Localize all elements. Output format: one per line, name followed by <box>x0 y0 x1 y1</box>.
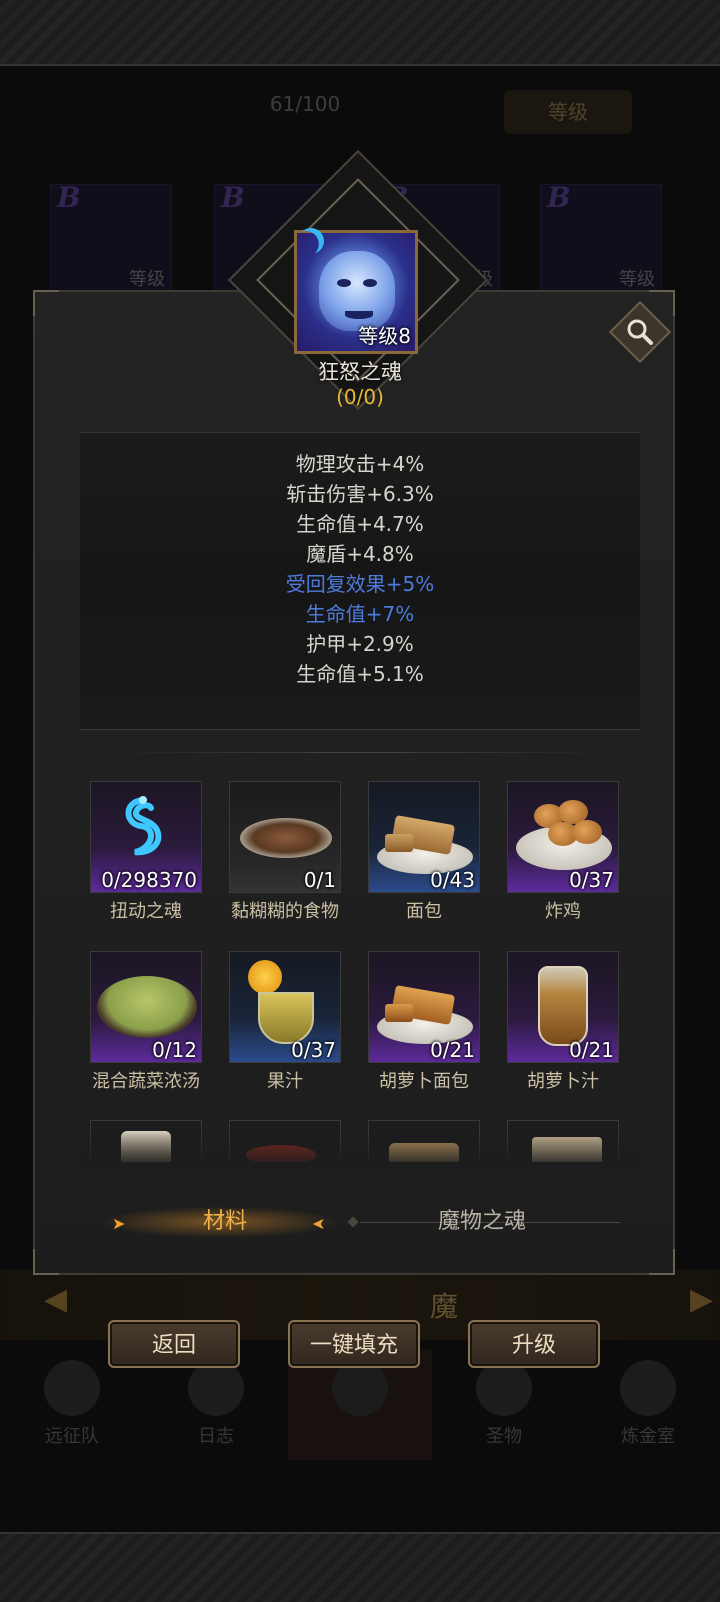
material-item[interactable]: 0/43 面包 <box>368 781 480 923</box>
material-name: 混合蔬菜浓汤 <box>92 1071 200 1092</box>
bg-soul-card: B等级 <box>50 181 172 296</box>
stat-line: 物理攻击+4% <box>295 452 425 476</box>
stat-line: 受回复效果+5% <box>285 572 435 596</box>
material-name: 胡萝卜汁 <box>527 1071 599 1092</box>
material-name: 黏糊糊的食物 <box>231 901 339 922</box>
material-item[interactable]: 0/21 胡萝卜面包 <box>368 951 480 1093</box>
stat-line: 生命值+7% <box>305 602 415 626</box>
stat-line: 生命值+5.1% <box>296 662 424 686</box>
material-item[interactable]: 0/37 果汁 <box>229 951 341 1093</box>
tab-ornament-right-icon: ➤ <box>312 1214 326 1233</box>
material-item[interactable]: 0/12 混合蔬菜浓汤 <box>90 951 202 1093</box>
material-name: 扭动之魂 <box>110 901 182 922</box>
material-tile[interactable]: 0/37 <box>229 951 341 1063</box>
tab-monster-souls[interactable]: 魔物之魂 <box>412 1206 552 1238</box>
material-name: 面包 <box>406 901 442 922</box>
soul-count: (0/0) <box>336 385 384 409</box>
soul-level-badge: 等级8 <box>358 324 411 348</box>
stat-line: 斩击伤害+6.3% <box>286 482 434 506</box>
auto-fill-button[interactable]: 一键填充 <box>288 1320 420 1368</box>
tab-ornament-left-icon: ➤ <box>112 1214 126 1233</box>
material-tile[interactable]: 0/43 <box>368 781 480 893</box>
bg-level-button: 等级 <box>504 90 632 134</box>
material-tile[interactable]: 0/37 <box>507 781 619 893</box>
material-count: 0/21 <box>430 1038 475 1062</box>
top-decor-bar <box>0 0 720 66</box>
material-tile[interactable]: 0/298370 <box>90 781 202 893</box>
material-tile[interactable]: 0/1 <box>229 781 341 893</box>
divider <box>110 752 610 753</box>
material-count: 0/21 <box>569 1038 614 1062</box>
material-item[interactable]: 0/21 胡萝卜汁 <box>507 951 619 1093</box>
bg-soul-card: B等级 <box>540 181 662 296</box>
material-item[interactable]: 0/37 炸鸡 <box>507 781 619 923</box>
stat-line: 护甲+2.9% <box>306 632 414 656</box>
material-item[interactable]: 0/1 黏糊糊的食物 <box>229 781 341 923</box>
material-count: 0/298370 <box>101 868 197 892</box>
bg-right-arrow-icon: ▶ <box>690 1282 714 1317</box>
material-count: 0/43 <box>430 868 475 892</box>
material-count: 0/37 <box>569 868 614 892</box>
scroll-fade <box>80 1128 640 1168</box>
material-tile[interactable]: 0/21 <box>507 951 619 1063</box>
upgrade-button[interactable]: 升级 <box>468 1320 600 1368</box>
soul-name: 狂怒之魂 <box>318 360 402 384</box>
stat-line: 魔盾+4.8% <box>306 542 414 566</box>
material-tile[interactable]: 0/12 <box>90 951 202 1063</box>
stat-line: 生命值+4.7% <box>296 512 424 536</box>
bottom-decor-bar <box>0 1532 720 1602</box>
bg-left-arrow-icon: ◀ <box>44 1282 68 1317</box>
material-tile[interactable]: 0/21 <box>368 951 480 1063</box>
material-name: 胡萝卜面包 <box>379 1071 469 1092</box>
material-name: 炸鸡 <box>545 901 581 922</box>
material-name: 果汁 <box>267 1071 303 1092</box>
material-item[interactable]: 0/298370 扭动之魂 <box>90 781 202 923</box>
bg-banner-text: 魔 <box>430 1290 459 1323</box>
tab-materials[interactable]: 材料 <box>180 1206 270 1238</box>
bg-progress-text: 61/100 <box>269 92 341 116</box>
back-button[interactable]: 返回 <box>108 1320 240 1368</box>
material-count: 0/1 <box>303 868 336 892</box>
search-icon[interactable] <box>622 314 658 350</box>
material-count: 0/12 <box>152 1038 197 1062</box>
material-count: 0/37 <box>291 1038 336 1062</box>
